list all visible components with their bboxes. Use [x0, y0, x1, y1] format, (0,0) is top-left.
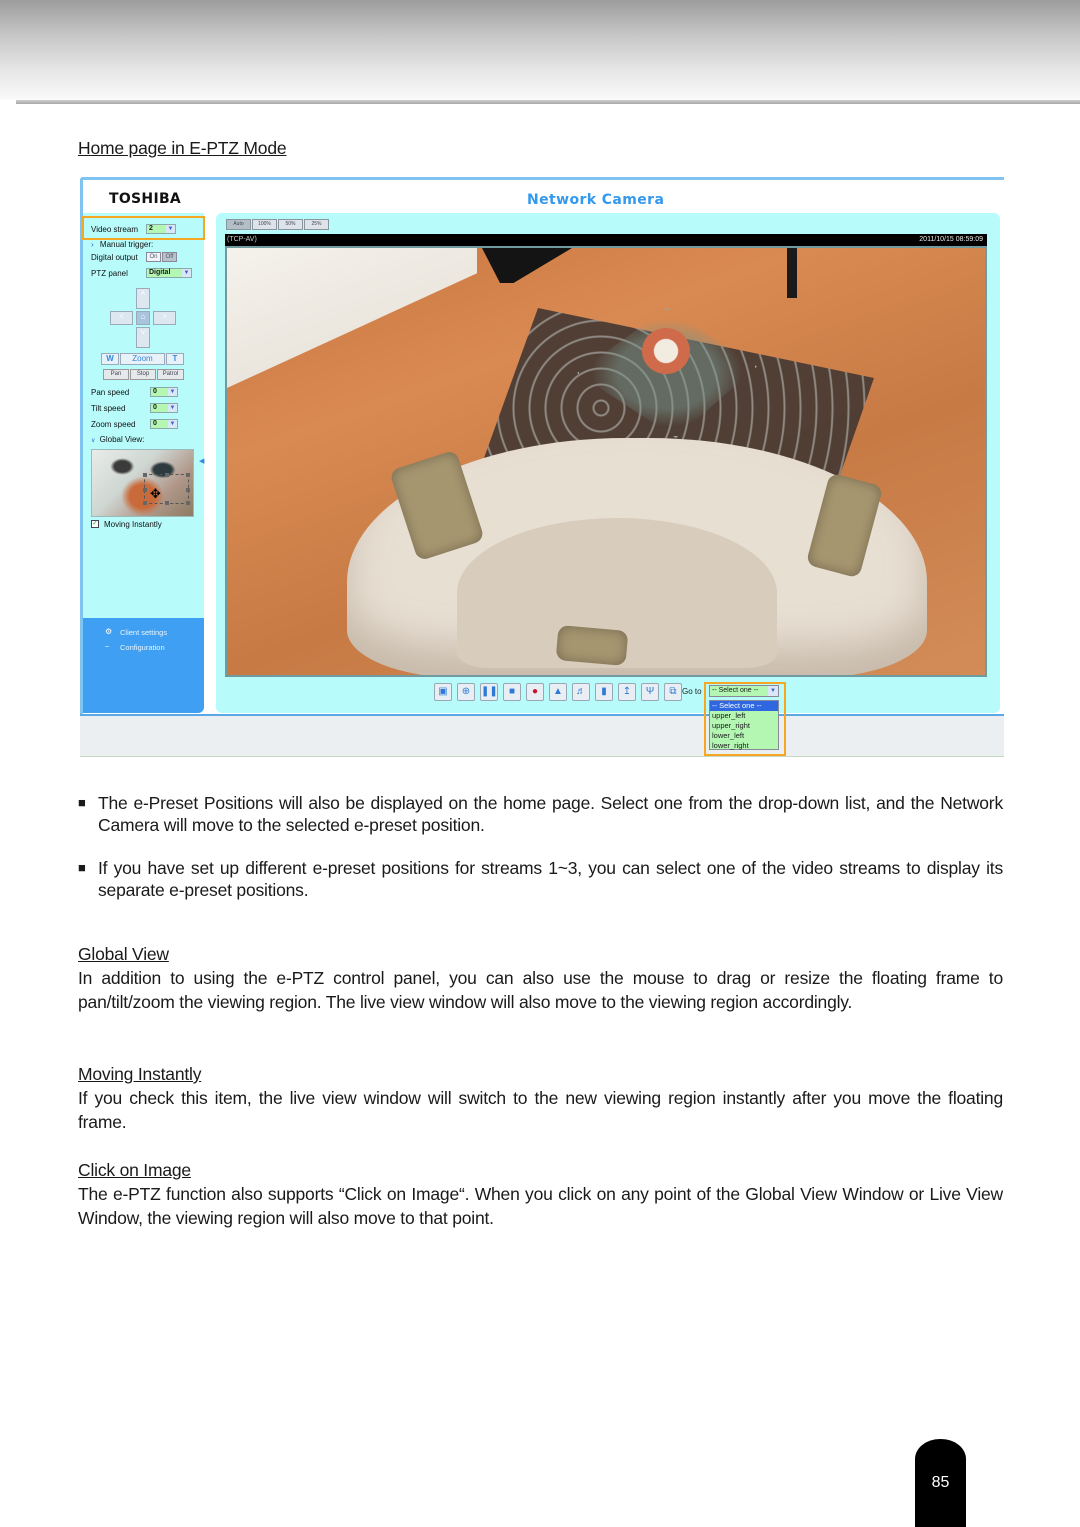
ui-footer-bar: [80, 714, 1004, 757]
view-size-50-button[interactable]: 50%: [278, 219, 303, 230]
chevron-down-icon: ▼: [168, 388, 177, 396]
talk-icon[interactable]: ▮: [595, 683, 613, 701]
view-size-100-button[interactable]: 100%: [252, 219, 277, 230]
zoom-label: Zoom: [120, 353, 165, 365]
move-cursor-icon: ✥: [150, 486, 161, 501]
pan-left-button[interactable]: <: [110, 311, 133, 325]
control-sidebar: Video stream 2 ▼ › Manual trigger: Digit…: [83, 213, 204, 713]
zoom-tele-button[interactable]: T: [166, 353, 184, 365]
snapshot-icon[interactable]: ▣: [434, 683, 452, 701]
video-stream-highlight: [82, 216, 205, 240]
chevron-down-icon: ∨: [91, 438, 96, 444]
ptz-panel-select[interactable]: Digital ▼: [146, 268, 192, 278]
page-number-tab: 85: [915, 1439, 966, 1527]
pan-speed-value: 0: [153, 388, 157, 395]
goto-label: Go to: [682, 687, 702, 696]
section-title: Home page in E-PTZ Mode: [78, 138, 287, 158]
moving-instantly-body: If you check this item, the live view wi…: [78, 1088, 1003, 1132]
pan-speed-select[interactable]: 0 ▼: [150, 387, 178, 397]
video-timestamp: 2011/10/15 08:59:09: [919, 236, 983, 243]
zoom-wide-button[interactable]: W: [101, 353, 119, 365]
fullscreen-icon[interactable]: ⧉: [664, 683, 682, 701]
client-settings-link[interactable]: Client settings: [120, 628, 167, 637]
wrench-icon: ⎯: [105, 642, 109, 651]
expand-arrow-icon: ›: [91, 240, 94, 249]
header-divider: [16, 100, 1080, 104]
microphone-icon[interactable]: Ψ: [641, 683, 659, 701]
digital-output-on-button[interactable]: On: [146, 252, 161, 262]
pan-right-button[interactable]: >: [153, 311, 176, 325]
upload-icon[interactable]: ↥: [618, 683, 636, 701]
configuration-link[interactable]: Configuration: [120, 643, 165, 652]
zoom-speed-select[interactable]: 0 ▼: [150, 419, 178, 429]
tilt-speed-select[interactable]: 0 ▼: [150, 403, 178, 413]
global-view-heading: Global View: [78, 944, 169, 964]
tilt-speed-value: 0: [153, 404, 157, 411]
zoom-speed-label: Zoom speed: [91, 420, 136, 429]
moving-instantly-heading: Moving Instantly: [78, 1064, 202, 1084]
moving-instantly-checkbox[interactable]: ✓: [91, 520, 99, 528]
video-scene-wall: [227, 248, 477, 388]
digital-output-label: Digital output: [91, 253, 138, 262]
global-view-body: In addition to using the e-PTZ control p…: [78, 968, 1003, 1012]
stop-button[interactable]: Stop: [130, 369, 156, 380]
frame-border-top: [80, 177, 1004, 180]
pause-icon[interactable]: ❚❚: [480, 683, 498, 701]
bullet-text: If you have set up different e-preset po…: [98, 858, 1003, 900]
record-icon[interactable]: ●: [526, 683, 544, 701]
tilt-down-button[interactable]: ˅: [136, 327, 150, 348]
pan-button[interactable]: Pan: [103, 369, 129, 380]
bullet-marker: ■: [78, 795, 86, 810]
collapse-arrow-icon[interactable]: ◀: [199, 457, 204, 465]
ptz-panel-value: Digital: [149, 269, 171, 276]
moving-instantly-label: Moving Instantly: [104, 520, 162, 529]
camera-ui-screenshot: TOSHIBA Network Camera Video stream 2 ▼ …: [80, 177, 1004, 757]
patrol-button[interactable]: Patrol: [157, 369, 184, 380]
digital-output-off-button[interactable]: Off: [162, 252, 177, 262]
global-view-label: Global View:: [99, 435, 145, 444]
click-on-image-body: The e-PTZ function also supports “Click …: [78, 1184, 1003, 1228]
chevron-down-icon: ▼: [182, 269, 191, 277]
video-scene-shadow: [482, 248, 572, 283]
video-scene-vase: [642, 328, 690, 374]
home-button[interactable]: ⌂: [136, 311, 150, 325]
bullet-item: ■ The e-Preset Positions will also be di…: [78, 792, 1003, 836]
gear-icon: ⚙: [105, 627, 113, 636]
pan-speed-label: Pan speed: [91, 388, 130, 397]
preset-highlight: [704, 682, 786, 756]
live-video-view[interactable]: [225, 246, 987, 677]
digital-zoom-icon[interactable]: ⊕: [457, 683, 475, 701]
live-view-panel: Auto 100% 50% 25% (TCP-AV) 2011/10/15 08…: [216, 213, 1000, 713]
chevron-down-icon: ▼: [168, 404, 177, 412]
global-view-window[interactable]: ✥: [91, 449, 194, 517]
video-scene-table-leg: [787, 248, 797, 298]
bullet-item: ■ If you have set up different e-preset …: [78, 857, 1003, 901]
view-size-25-button[interactable]: 25%: [304, 219, 329, 230]
bullet-marker: ■: [78, 860, 86, 875]
click-on-image-heading: Click on Image: [78, 1160, 191, 1180]
protocol-label: (TCP-AV): [227, 236, 257, 243]
app-title: Network Camera: [527, 192, 665, 208]
page-number: 85: [931, 1474, 950, 1491]
tilt-up-button[interactable]: ˄: [136, 288, 150, 309]
speaker-icon[interactable]: ♬: [572, 683, 590, 701]
manual-trigger-row[interactable]: › Manual trigger:: [91, 240, 153, 249]
global-view-toggle[interactable]: ∨ Global View:: [91, 435, 144, 444]
video-scene-pillow: [555, 625, 629, 666]
video-info-bar: (TCP-AV) 2011/10/15 08:59:09: [225, 234, 987, 246]
manual-trigger-label: Manual trigger:: [99, 240, 154, 249]
tilt-speed-label: Tilt speed: [91, 404, 126, 413]
stop-icon[interactable]: ■: [503, 683, 521, 701]
home-icon: ⌂: [140, 312, 146, 321]
settings-menu: ⚙ Client settings ⎯ Configuration: [83, 618, 204, 713]
bullet-text: The e-Preset Positions will also be disp…: [98, 793, 1003, 835]
brand-logo: TOSHIBA: [109, 191, 182, 207]
zoom-speed-value: 0: [153, 420, 157, 427]
volume-icon[interactable]: ▲: [549, 683, 567, 701]
chevron-down-icon: ▼: [168, 420, 177, 428]
view-size-auto-button[interactable]: Auto: [226, 219, 251, 230]
page-header-band: [0, 0, 1080, 100]
ptz-panel-label: PTZ panel: [91, 269, 128, 278]
